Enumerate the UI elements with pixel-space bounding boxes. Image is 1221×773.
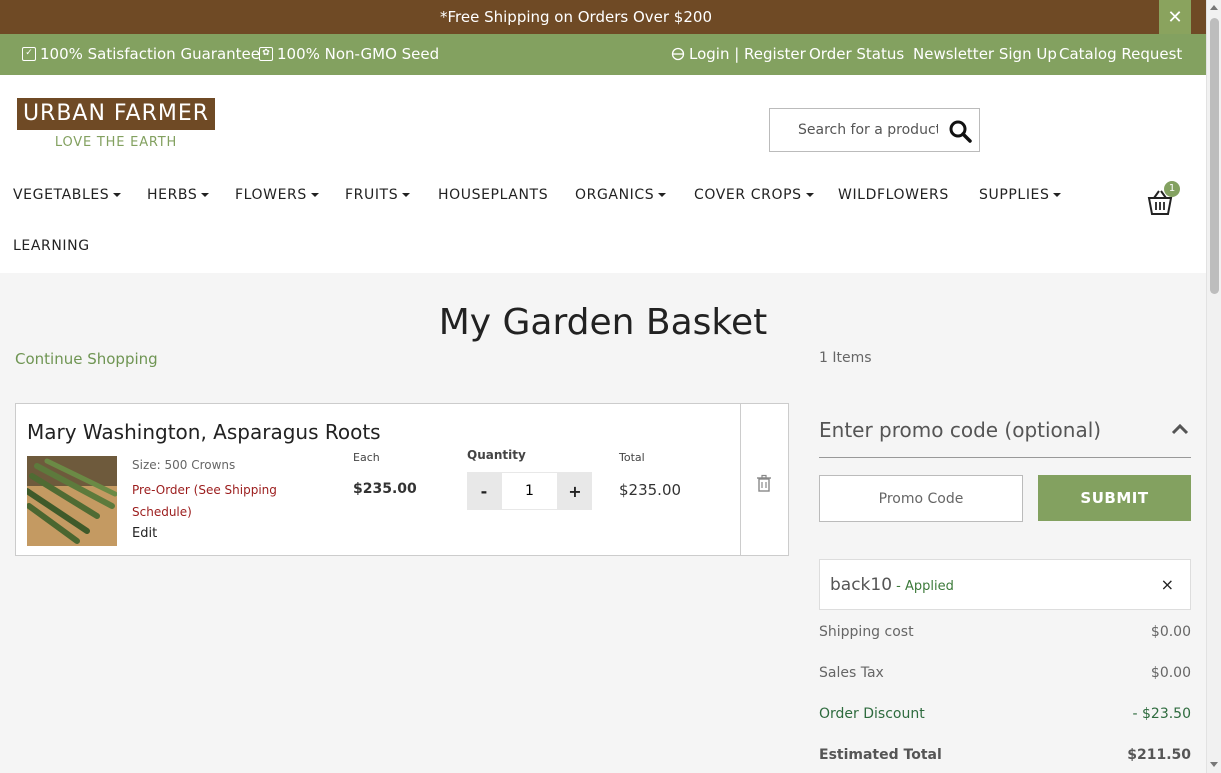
line-total: $235.00 [619, 481, 682, 499]
each-price: $235.00 [353, 481, 417, 497]
product-size: Size: 500 Crowns [132, 458, 236, 472]
search-box [769, 108, 980, 152]
catalog-request-link[interactable]: Catalog Request [1059, 45, 1182, 63]
nav-cover-crops[interactable]: COVER CROPS [694, 187, 814, 203]
applied-status: - Applied [892, 579, 954, 594]
nav-herbs-label: HERBS [147, 187, 198, 203]
continue-shopping-link[interactable]: Continue Shopping [15, 350, 158, 368]
page-title: My Garden Basket [438, 302, 768, 343]
utility-bar: ✓ 100% Satisfaction Guarantee ✿ 100% Non… [0, 34, 1206, 75]
tax-label: Sales Tax [819, 665, 884, 681]
promo-heading: Enter promo code (optional) [819, 418, 1102, 442]
nav-supplies-label: SUPPLIES [979, 187, 1050, 203]
caret-down-icon [1053, 193, 1062, 197]
cart-button[interactable]: 1 [1146, 181, 1182, 215]
quantity-input[interactable] [501, 472, 558, 510]
nav-wildflowers[interactable]: WILDFLOWERS [838, 187, 949, 203]
caret-down-icon [658, 193, 667, 197]
nav-houseplants[interactable]: HOUSEPLANTS [438, 187, 548, 203]
scrollbar-thumb[interactable] [1210, 18, 1219, 294]
nav-wildflowers-label: WILDFLOWERS [838, 187, 949, 203]
preorder-shipping-link[interactable]: Pre-Order (See Shipping Schedule) [132, 479, 302, 523]
caret-down-icon [310, 193, 319, 197]
quantity-label: Quantity [467, 448, 526, 462]
applied-promo: back10 - Applied × [819, 559, 1191, 610]
cart-count-badge: 1 [1164, 181, 1180, 197]
scroll-down-icon[interactable] [1210, 762, 1218, 767]
non-gmo-badge: ✿ 100% Non-GMO Seed [259, 45, 439, 63]
items-count: 1 Items [819, 350, 872, 366]
caret-down-icon [113, 193, 122, 197]
nav-flowers[interactable]: FLOWERS [235, 187, 319, 203]
each-label: Each [353, 451, 380, 464]
nav-learning-label: LEARNING [13, 238, 90, 254]
close-announcement-button[interactable]: ✕ [1159, 0, 1191, 34]
nav-flowers-label: FLOWERS [235, 187, 307, 203]
nav-vegetables-label: VEGETABLES [13, 187, 110, 203]
discount-value: - $23.50 [1132, 706, 1192, 722]
order-status-link[interactable]: Order Status [809, 45, 904, 63]
cart-item-card: Mary Washington, Asparagus Roots Size: 5… [15, 403, 789, 556]
logo-tagline: LOVE THE EARTH [54, 135, 178, 150]
increase-quantity-button[interactable]: + [558, 472, 592, 510]
shipping-row: Shipping cost $0.00 [819, 624, 1191, 640]
search-icon[interactable] [948, 119, 972, 143]
decrease-quantity-button[interactable]: - [467, 472, 501, 510]
free-shipping-message: *Free Shipping on Orders Over $200 [440, 8, 712, 26]
checkbox-icon: ✓ [22, 47, 36, 61]
nav-organics[interactable]: ORGANICS [575, 187, 667, 203]
user-icon [671, 47, 685, 61]
nav-herbs[interactable]: HERBS [147, 187, 210, 203]
scroll-up-icon[interactable] [1210, 5, 1218, 10]
site-header: URBAN FARMER LOVE THE EARTH VEGETABLES H… [0, 75, 1206, 273]
login-label[interactable]: Login | Register [689, 45, 806, 63]
total-label: Total [619, 451, 645, 464]
shipping-value: $0.00 [1150, 624, 1191, 640]
estimated-total-row: Estimated Total $211.50 [819, 747, 1191, 763]
card-divider [740, 404, 741, 555]
urban-farmer-logo[interactable]: URBAN FARMER LOVE THE EARTH [17, 98, 215, 150]
logo-name: URBAN FARMER [17, 98, 215, 130]
nav-fruits[interactable]: FRUITS [345, 187, 411, 203]
trash-icon[interactable] [755, 474, 773, 492]
nav-vegetables[interactable]: VEGETABLES [13, 187, 122, 203]
search-input[interactable] [770, 109, 938, 151]
announcement-bar: *Free Shipping on Orders Over $200 ✕ [0, 0, 1206, 34]
non-gmo-label: 100% Non-GMO Seed [277, 45, 440, 63]
submit-promo-button[interactable]: SUBMIT [1038, 475, 1191, 521]
remove-promo-button[interactable]: × [1161, 575, 1174, 594]
newsletter-link[interactable]: Newsletter Sign Up [913, 45, 1057, 63]
estimated-total-label: Estimated Total [819, 747, 942, 763]
tax-row: Sales Tax $0.00 [819, 665, 1191, 681]
page-scrollbar[interactable] [1206, 0, 1221, 773]
caret-down-icon [201, 193, 210, 197]
shipping-label: Shipping cost [819, 624, 914, 640]
promo-code-toggle[interactable]: Enter promo code (optional) [819, 418, 1191, 458]
asparagus-image [27, 456, 117, 546]
discount-row: Order Discount - $23.50 [819, 706, 1191, 722]
nav-houseplants-label: HOUSEPLANTS [438, 187, 549, 203]
applied-code: back10 [830, 575, 893, 595]
discount-label: Order Discount [819, 706, 925, 722]
promo-code-input[interactable] [819, 475, 1023, 522]
product-name[interactable]: Mary Washington, Asparagus Roots [27, 420, 381, 444]
product-image[interactable] [27, 456, 117, 546]
estimated-total-value: $211.50 [1127, 747, 1191, 763]
nav-learning[interactable]: LEARNING [13, 238, 90, 254]
caret-down-icon [402, 193, 411, 197]
nav-fruits-label: FRUITS [345, 187, 399, 203]
nav-cover-crops-label: COVER CROPS [694, 187, 802, 203]
chevron-up-icon [1171, 423, 1189, 435]
login-register-link[interactable]: Login | Register [671, 45, 806, 63]
edit-item-link[interactable]: Edit [132, 526, 157, 541]
nav-supplies[interactable]: SUPPLIES [979, 187, 1062, 203]
tax-value: $0.00 [1150, 665, 1191, 681]
satisfaction-guarantee: ✓ 100% Satisfaction Guarantee [22, 45, 260, 63]
seedling-icon: ✿ [259, 47, 273, 61]
satisfaction-label: 100% Satisfaction Guarantee [40, 45, 260, 63]
nav-organics-label: ORGANICS [575, 187, 655, 203]
caret-down-icon [805, 193, 814, 197]
quantity-stepper: - + [467, 472, 592, 510]
